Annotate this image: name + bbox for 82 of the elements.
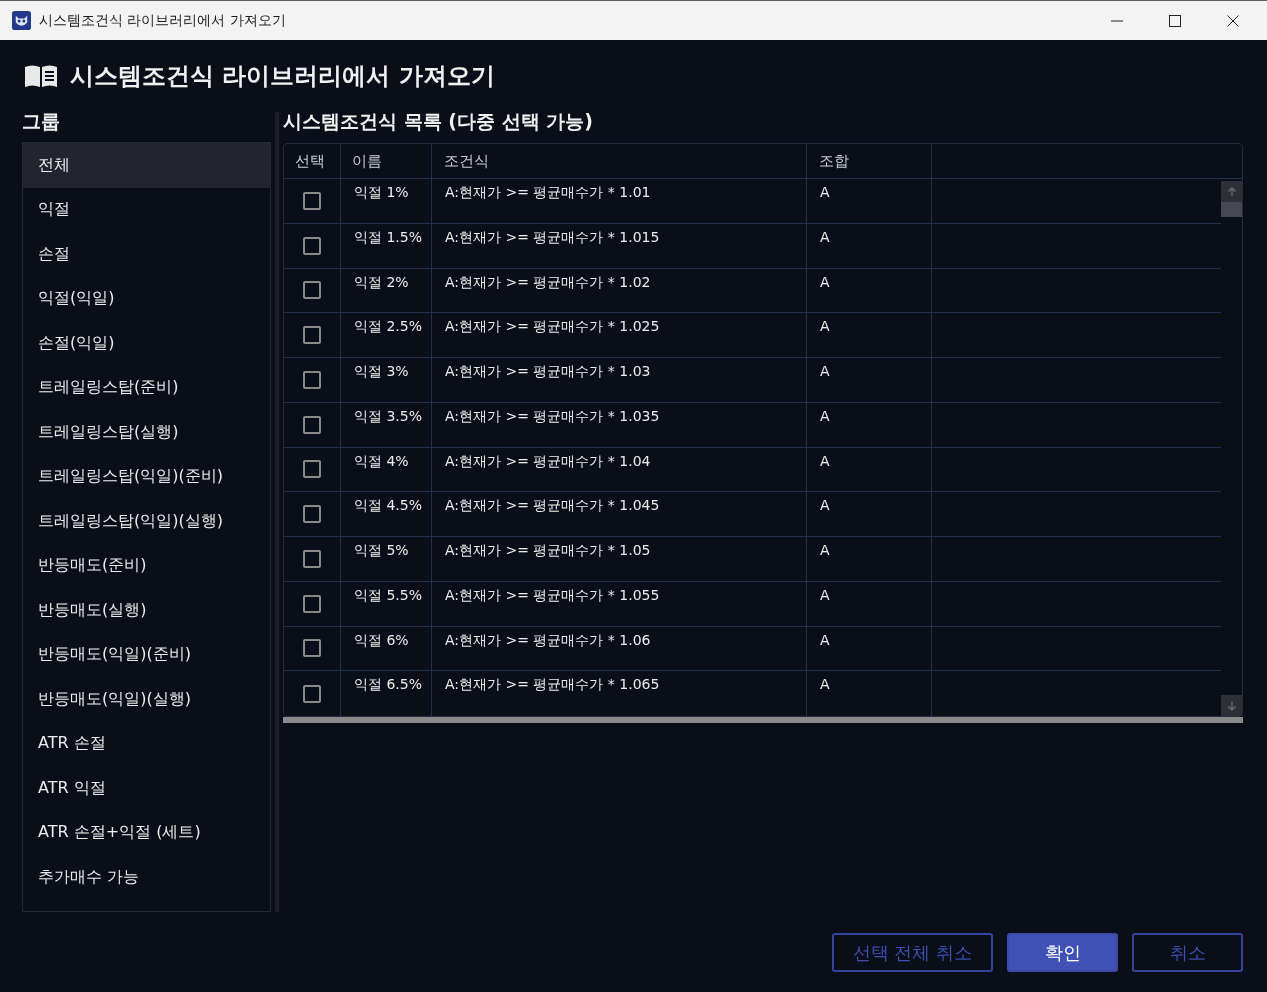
table-cell: A [807,223,932,268]
table-cell: A:현재가 >= 평균매수가 * 1.015 [432,223,807,268]
group-item[interactable]: ATR 익절 [23,766,270,811]
table-cell: A [807,179,932,223]
checkbox[interactable] [303,281,321,300]
arrow-down-icon [1226,700,1237,711]
dialog-title: 시스템조건식 라이브러리에서 가져오기 [70,61,495,92]
group-item[interactable]: 전체 [23,143,270,188]
checkbox[interactable] [303,191,321,210]
table-cell: A [807,447,932,492]
checkbox[interactable] [303,684,321,703]
group-item[interactable]: 익절 [23,187,270,232]
list-title: 시스템조건식 목록 (다중 선택 가능) [283,109,594,134]
checkbox[interactable] [303,639,321,658]
group-item[interactable]: 반등매도(익일)(실행) [23,677,270,722]
dialog-button[interactable]: 확인 [1007,933,1118,972]
table-cell: A [807,358,932,402]
book-icon [24,64,58,88]
column-header[interactable]: 조건식 [432,144,807,178]
group-item[interactable]: ATR 손절 [23,721,270,766]
table-cell: A [807,268,932,313]
table-cell: 익절 5.5% [341,581,432,626]
column-header[interactable]: 조합 [807,144,932,178]
scrollbar-thumb[interactable] [1221,202,1242,217]
group-item[interactable]: 반등매도(준비) [23,543,270,588]
group-label: 그룹 [22,109,61,134]
window-title: 시스템조건식 라이브러리에서 가져오기 [39,11,286,30]
table-cell: A [807,537,932,581]
close-icon[interactable] [1227,14,1239,27]
arrow-up-icon [1226,186,1237,197]
table-cell: A [807,671,932,716]
table-cell: 익절 3% [341,358,432,402]
table-cell: A [807,492,932,536]
table-cell: 익절 2% [341,268,432,313]
table-cell: A [807,313,932,357]
group-item[interactable]: 트레일링스탑(익일)(실행) [23,499,270,544]
column-header[interactable]: 선택 [284,144,341,178]
group-item[interactable]: 반등매도(실행) [23,588,270,633]
maximize-icon[interactable] [1169,14,1181,27]
table-cell: A:현재가 >= 평균매수가 * 1.055 [432,581,807,626]
table-cell: 익절 3.5% [341,402,432,447]
table-cell: A:현재가 >= 평균매수가 * 1.01 [432,179,807,223]
table-cell: A:현재가 >= 평균매수가 * 1.04 [432,447,807,492]
horizontal-scrollbar[interactable] [283,717,1243,723]
group-item[interactable]: 손절(익일) [23,321,270,366]
table-cell: 익절 6% [341,626,432,671]
table-cell: A:현재가 >= 평균매수가 * 1.065 [432,671,807,716]
table-cell: 익절 6.5% [341,671,432,716]
group-item[interactable]: 반등매도(익일)(준비) [23,632,270,677]
table-cell: 익절 1.5% [341,223,432,268]
column-header[interactable]: 이름 [341,144,432,178]
table-cell: A:현재가 >= 평균매수가 * 1.045 [432,492,807,536]
table-cell: A:현재가 >= 평균매수가 * 1.025 [432,313,807,357]
table-cell: A:현재가 >= 평균매수가 * 1.02 [432,268,807,313]
table-cell: 익절 1% [341,179,432,223]
table-cell: 익절 4% [341,447,432,492]
table-cell: A:현재가 >= 평균매수가 * 1.05 [432,537,807,581]
checkbox[interactable] [303,460,321,479]
table-cell: 익절 2.5% [341,313,432,357]
group-item[interactable]: 손절 [23,232,270,277]
checkbox[interactable] [303,415,321,434]
table-cell: A:현재가 >= 평균매수가 * 1.035 [432,402,807,447]
checkbox[interactable] [303,549,321,568]
checkbox[interactable] [303,236,321,255]
group-item[interactable]: 트레일링스탑(준비) [23,365,270,410]
group-item[interactable]: 추가매수 가능 [23,855,270,900]
group-item[interactable]: 트레일링스탑(실행) [23,410,270,455]
checkbox[interactable] [303,505,321,524]
checkbox[interactable] [303,370,321,389]
table-cell: A [807,402,932,447]
checkbox[interactable] [303,594,321,613]
table-cell: 익절 5% [341,537,432,581]
owl-icon [12,11,31,30]
table-cell: A:현재가 >= 평균매수가 * 1.06 [432,626,807,671]
checkbox[interactable] [303,326,321,345]
group-item[interactable]: ATR 손절+익절 (세트) [23,810,270,855]
table-cell: A:현재가 >= 평균매수가 * 1.03 [432,358,807,402]
table-cell: A [807,581,932,626]
table-cell: A [807,626,932,671]
group-item[interactable]: 트레일링스탑(익일)(준비) [23,454,270,499]
table-cell: 익절 4.5% [341,492,432,536]
group-item[interactable]: 익절(익일) [23,276,270,321]
